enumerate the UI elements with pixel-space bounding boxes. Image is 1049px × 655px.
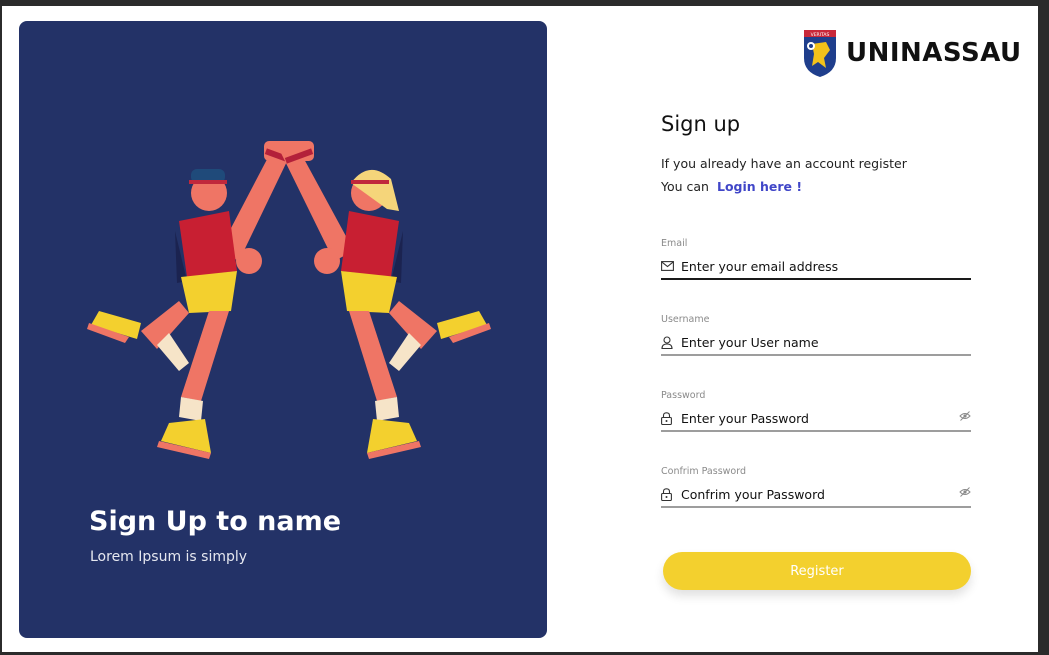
- artboard: Sign Up to name Lorem Ipsum is simply VE…: [2, 6, 1038, 652]
- user-icon: [661, 335, 675, 349]
- lock-icon: [661, 487, 675, 501]
- hero-subtitle: Lorem Ipsum is simply: [90, 549, 248, 565]
- shield-eagle-icon: VERITAS: [804, 30, 836, 77]
- username-field-group: Username: [661, 314, 971, 356]
- username-label: Username: [661, 314, 710, 325]
- form-title: Sign up: [661, 112, 741, 136]
- register-button[interactable]: Register: [663, 552, 971, 590]
- confirm-password-field-group: Confrim Password: [661, 466, 971, 508]
- logo-ribbon: VERITAS: [811, 32, 830, 38]
- brand-logo: VERITAS UNINASSAU: [802, 28, 1022, 78]
- high-five-illustration: [87, 141, 491, 459]
- password-field-group: Password: [661, 390, 971, 432]
- mail-icon: [661, 259, 675, 273]
- password-input[interactable]: [681, 410, 959, 426]
- signup-form: Sign up If you already have an account r…: [661, 112, 971, 194]
- login-link[interactable]: Login here !: [717, 179, 802, 194]
- username-row: [661, 330, 971, 356]
- email-input[interactable]: [681, 258, 971, 274]
- eye-off-icon[interactable]: [959, 409, 971, 427]
- lock-icon: [661, 411, 675, 425]
- hero-title: Sign Up to name: [89, 506, 342, 537]
- email-field-group: Email: [661, 238, 971, 280]
- hero-panel: Sign Up to name Lorem Ipsum is simply: [19, 21, 547, 638]
- confirm-password-label: Confrim Password: [661, 466, 747, 477]
- form-note: If you already have an account register: [661, 156, 907, 171]
- brand-name: UNINASSAU: [846, 38, 1022, 68]
- email-label: Email: [661, 238, 688, 249]
- login-prompt: You can Login here !: [661, 179, 971, 194]
- login-prompt-text: You can: [661, 179, 709, 194]
- confirm-password-input[interactable]: [681, 486, 959, 502]
- confirm-password-row: [661, 482, 971, 508]
- password-row: [661, 406, 971, 432]
- email-row: [661, 254, 971, 280]
- username-input[interactable]: [681, 334, 971, 350]
- password-label: Password: [661, 390, 706, 401]
- eye-off-icon[interactable]: [959, 485, 971, 503]
